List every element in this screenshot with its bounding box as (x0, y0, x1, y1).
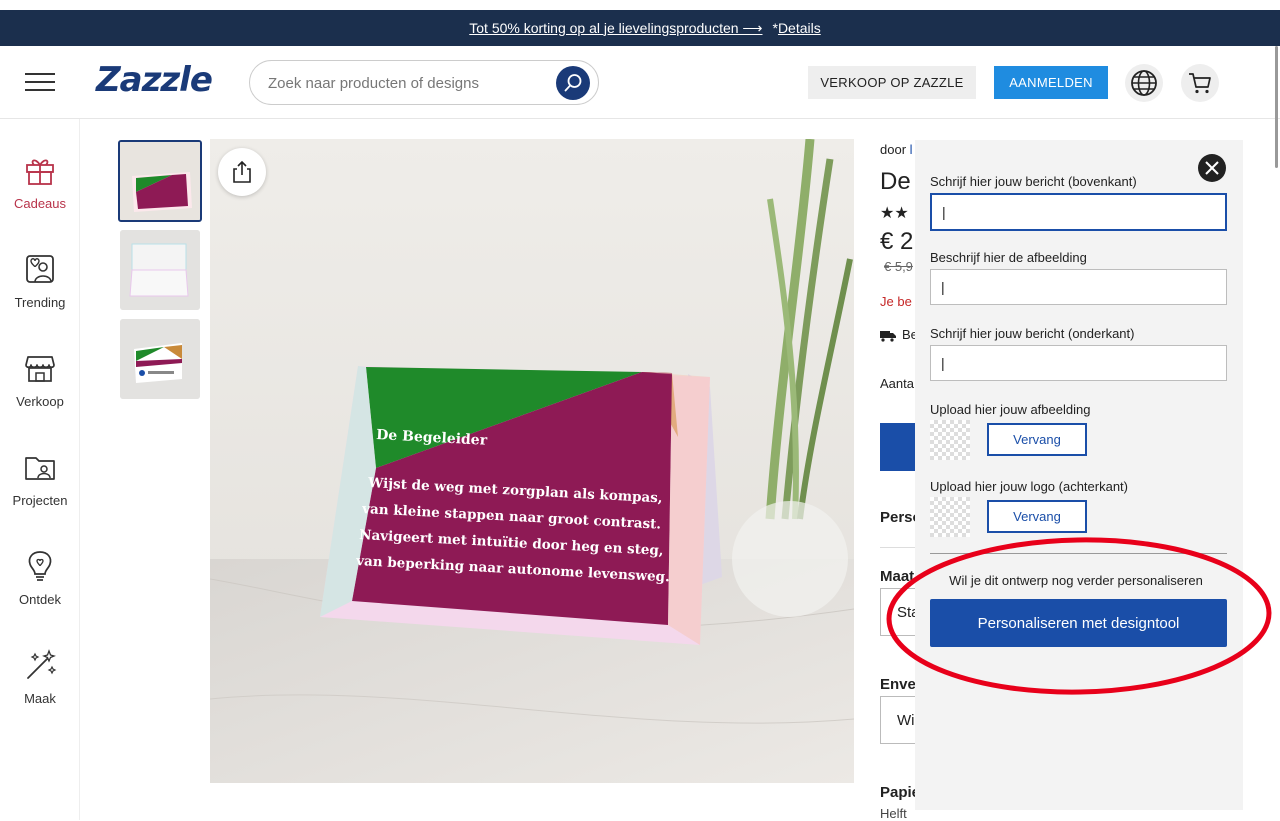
field-label-bottom-message: Schrijf hier jouw bericht (onderkant) (930, 326, 1135, 341)
annotation-highlight-ellipse (886, 537, 1272, 695)
sidebar-item-label: Trending (14, 295, 66, 310)
sale-note: Je be (880, 294, 912, 309)
promo-banner: Tot 50% korting op al je lievelingsprodu… (0, 10, 1280, 46)
search-input[interactable] (268, 71, 548, 95)
close-panel-button[interactable] (1198, 154, 1226, 182)
product-main-image[interactable]: De Begeleider Wijst de weg met zorgplan … (210, 139, 854, 783)
field-label-top-message: Schrijf hier jouw bericht (bovenkant) (930, 174, 1137, 189)
product-title: De (880, 168, 911, 195)
top-message-input[interactable] (930, 193, 1227, 231)
thumbnail-card-image (120, 230, 200, 310)
product-thumbnail-1[interactable] (118, 140, 202, 222)
menu-icon[interactable] (25, 73, 55, 91)
truck-icon (880, 330, 896, 342)
lightbulb-icon (28, 551, 52, 581)
cart-button[interactable] (1181, 64, 1219, 102)
star-rating: ★★ (880, 205, 909, 222)
envelope-select[interactable]: Wi (880, 696, 920, 744)
sidebar-item-trending[interactable]: Trending (0, 252, 80, 310)
logo-preview (930, 497, 970, 537)
quantity-label: Aanta (880, 376, 914, 391)
personalize-panel: Schrijf hier jouw bericht (bovenkant) Be… (915, 140, 1243, 810)
folder-icon (25, 457, 55, 480)
trending-icon (26, 255, 54, 283)
sidebar-item-label: Ontdek (19, 592, 61, 607)
product-price: € 2 (880, 228, 914, 255)
search-bar (249, 60, 599, 105)
product-thumbnail-3[interactable] (120, 319, 200, 399)
sidebar-item-projecten[interactable]: Projecten (0, 450, 80, 508)
store-icon (25, 356, 55, 382)
left-sidebar: Cadeaus Trending Verkoop Projecten Ontde… (0, 119, 80, 820)
zazzle-logo[interactable]: Zazzle (96, 60, 213, 100)
sidebar-item-ontdek[interactable]: Ontdek (0, 549, 80, 607)
sell-on-zazzle-button[interactable]: VERKOOP OP ZAZZLE (808, 66, 976, 99)
paper-subtext: Helft (880, 806, 907, 821)
card-photo: De Begeleider Wijst de weg met zorgplan … (210, 139, 854, 783)
image-preview (930, 420, 970, 460)
add-to-cart-button[interactable] (880, 423, 920, 471)
gift-icon (26, 159, 54, 185)
sidebar-item-verkoop[interactable]: Verkoop (0, 351, 80, 409)
promo-link[interactable]: Tot 50% korting op al je lievelingsprodu… (469, 20, 762, 37)
cart-icon (1189, 73, 1211, 94)
sign-in-button[interactable]: AANMELDEN (994, 66, 1108, 99)
designer-byline: door l (880, 142, 913, 157)
sidebar-item-cadeaus[interactable]: Cadeaus (0, 153, 80, 211)
close-icon (1205, 161, 1219, 175)
site-header: Zazzle VERKOOP OP ZAZZLE AANMELDEN (0, 46, 1280, 119)
bottom-message-input[interactable] (930, 345, 1227, 381)
upload-label-image: Upload hier jouw afbeelding (930, 402, 1091, 417)
sidebar-item-label: Verkoop (16, 394, 64, 409)
thumbnail-card-image (120, 319, 200, 399)
search-button[interactable] (556, 66, 590, 100)
field-label-image-description: Beschrijf hier de afbeelding (930, 250, 1087, 265)
language-button[interactable] (1125, 64, 1163, 102)
sidebar-item-label: Projecten (12, 493, 68, 508)
magic-wand-icon (27, 649, 57, 679)
promo-details: *Details (772, 20, 820, 36)
share-button[interactable] (218, 148, 266, 196)
thumbnail-card-image (120, 142, 200, 220)
delivery-info: Be (880, 327, 918, 342)
product-thumbnail-2[interactable] (120, 230, 200, 310)
details-link[interactable]: Details (778, 20, 821, 36)
upload-label-logo: Upload hier jouw logo (achterkant) (930, 479, 1128, 494)
search-icon (564, 74, 582, 92)
page-scrollbar[interactable] (1275, 46, 1278, 168)
replace-logo-button[interactable]: Vervang (987, 500, 1087, 533)
image-description-input[interactable] (930, 269, 1227, 305)
sidebar-item-label: Maak (24, 691, 56, 706)
share-icon (233, 160, 251, 183)
sidebar-item-maak[interactable]: Maak (0, 648, 80, 706)
old-price: € 5,9 (884, 259, 913, 274)
globe-icon (1131, 70, 1157, 96)
replace-image-button[interactable]: Vervang (987, 423, 1087, 456)
sidebar-item-label: Cadeaus (13, 196, 67, 211)
